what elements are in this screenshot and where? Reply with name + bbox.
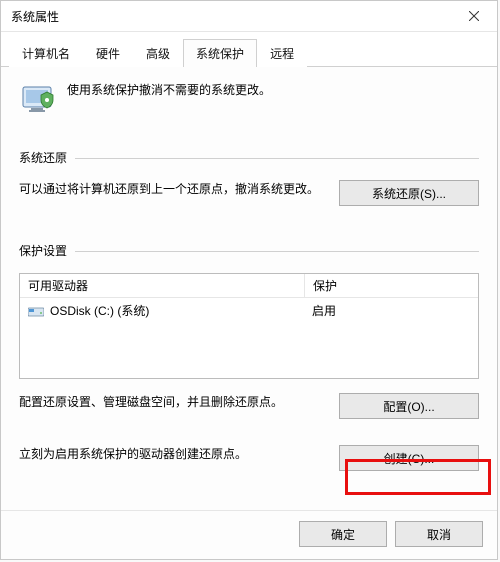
tab-content: 使用系统保护撤消不需要的系统更改。 系统还原 可以通过将计算机还原到上一个还原点…: [1, 67, 497, 510]
tab-remote[interactable]: 远程: [257, 39, 307, 67]
group-protection-header: 保护设置: [19, 242, 479, 259]
group-protection-title: 保护设置: [19, 242, 67, 259]
drive-table[interactable]: 可用驱动器 保护 OSDisk (C:) (系统) 启用: [19, 273, 479, 379]
hdd-icon: [28, 305, 44, 317]
create-desc: 立刻为启用系统保护的驱动器创建还原点。: [19, 445, 339, 464]
ok-button[interactable]: 确定: [299, 521, 387, 547]
drive-name: OSDisk (C:) (系统): [50, 302, 149, 319]
table-row[interactable]: OSDisk (C:) (系统) 启用: [20, 298, 478, 323]
create-row: 立刻为启用系统保护的驱动器创建还原点。 创建(C)...: [19, 445, 479, 471]
configure-desc: 配置还原设置、管理磁盘空间，并且删除还原点。: [19, 393, 339, 412]
system-restore-button[interactable]: 系统还原(S)...: [339, 180, 479, 206]
intro-text: 使用系统保护撤消不需要的系统更改。: [67, 81, 271, 98]
window-title: 系统属性: [11, 8, 59, 25]
tab-system-protection[interactable]: 系统保护: [183, 39, 257, 67]
group-system-restore-header: 系统还原: [19, 149, 479, 166]
col-drive-header[interactable]: 可用驱动器: [20, 274, 305, 297]
system-restore-row: 可以通过将计算机还原到上一个还原点，撤消系统更改。 系统还原(S)...: [19, 180, 479, 206]
divider: [75, 251, 479, 252]
drive-cell: OSDisk (C:) (系统): [20, 300, 304, 321]
cancel-button[interactable]: 取消: [395, 521, 483, 547]
configure-button[interactable]: 配置(O)...: [339, 393, 479, 419]
shield-monitor-icon: [19, 81, 55, 117]
dialog-footer: 确定 取消: [1, 510, 497, 559]
tab-computer-name[interactable]: 计算机名: [9, 39, 83, 67]
tab-advanced[interactable]: 高级: [133, 39, 183, 67]
configure-row: 配置还原设置、管理磁盘空间，并且删除还原点。 配置(O)...: [19, 393, 479, 419]
system-restore-desc: 可以通过将计算机还原到上一个还原点，撤消系统更改。: [19, 180, 339, 199]
tab-hardware[interactable]: 硬件: [83, 39, 133, 67]
tab-bar: 计算机名 硬件 高级 系统保护 远程: [1, 32, 497, 67]
group-system-restore-title: 系统还原: [19, 149, 67, 166]
titlebar-buttons: [451, 1, 497, 31]
close-button[interactable]: [451, 1, 497, 31]
close-icon: [469, 11, 479, 21]
col-status-header[interactable]: 保护: [305, 274, 478, 297]
divider: [75, 158, 479, 159]
system-properties-window: 系统属性 计算机名 硬件 高级 系统保护 远程: [0, 0, 498, 560]
titlebar: 系统属性: [1, 1, 497, 32]
intro-row: 使用系统保护撤消不需要的系统更改。: [19, 81, 479, 117]
create-button[interactable]: 创建(C)...: [339, 445, 479, 471]
drive-status: 启用: [304, 300, 478, 321]
drive-table-header: 可用驱动器 保护: [20, 274, 478, 298]
